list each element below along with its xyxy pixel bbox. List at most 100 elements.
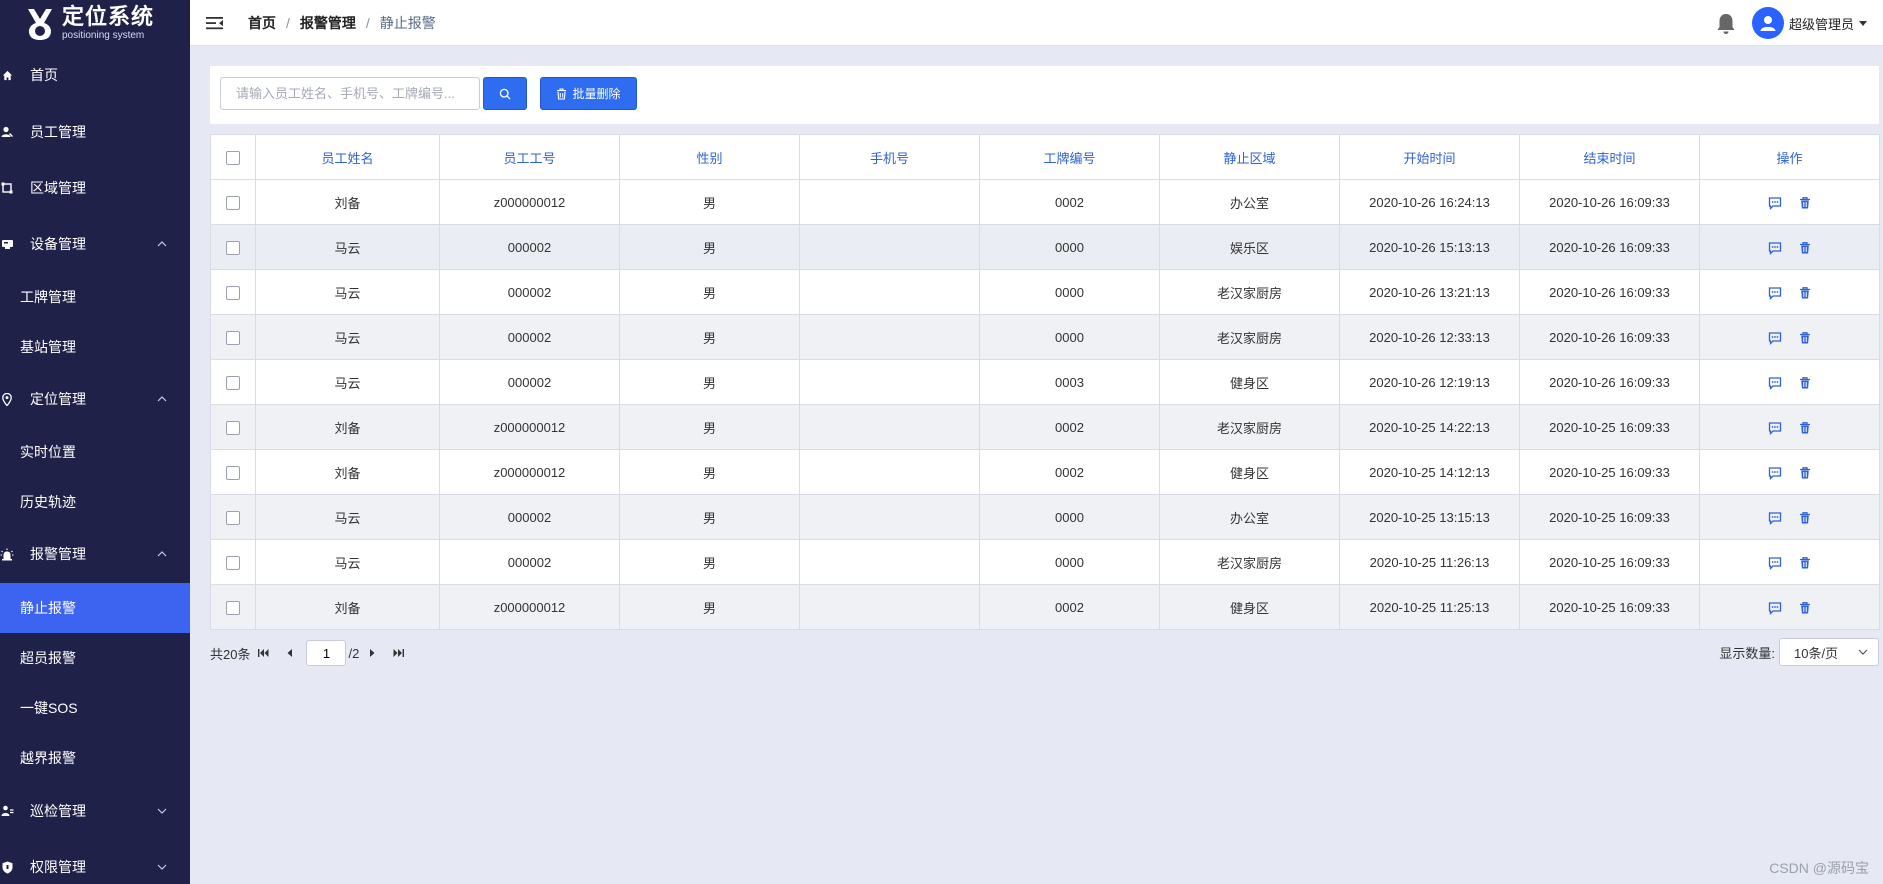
badge-number-cell: 0003 (979, 359, 1160, 405)
chevron-up-icon (157, 551, 167, 557)
gender-cell: 男 (619, 359, 800, 405)
start-time-cell: 2020-10-26 13:21:13 (1339, 269, 1520, 315)
batch-delete-button[interactable]: 批量删除 (540, 77, 637, 110)
first-page-icon (257, 649, 269, 657)
row-checkbox[interactable] (226, 465, 240, 480)
row-checkbox[interactable] (226, 240, 240, 255)
sidebar-item-employees[interactable]: 员工管理 (0, 114, 190, 150)
sidebar-item-patrol[interactable]: 巡检管理 (0, 793, 190, 829)
breadcrumb-home[interactable]: 首页 (248, 13, 276, 33)
message-icon[interactable] (1768, 286, 1782, 300)
row-select-cell (210, 314, 256, 360)
header-select-all (210, 134, 256, 180)
delete-icon[interactable] (1798, 511, 1812, 525)
message-icon[interactable] (1768, 466, 1782, 480)
delete-icon[interactable] (1798, 601, 1812, 615)
end-time-cell: 2020-10-25 16:09:33 (1519, 449, 1700, 495)
row-checkbox[interactable] (226, 600, 240, 615)
sidebar-subitem-static-alarm[interactable]: 静止报警 (0, 583, 190, 633)
row-select-cell (210, 404, 256, 450)
table-row: 马云 000002 男 0000 老汉家厨房 2020-10-26 13:21:13 202… (210, 269, 1880, 315)
sidebar-item-alarms[interactable]: 报警管理 (0, 536, 190, 572)
employee-name-cell: 刘备 (255, 449, 440, 495)
logo-icon (28, 9, 52, 40)
sidebar-subitem-badges[interactable]: 工牌管理 (0, 272, 190, 322)
employee-id-cell: 000002 (439, 224, 620, 270)
message-icon[interactable] (1768, 196, 1782, 210)
table-row: 马云 000002 男 0000 娱乐区 2020-10-26 15:13:13 2020-… (210, 224, 1880, 270)
actions-cell (1699, 539, 1880, 585)
delete-icon[interactable] (1798, 376, 1812, 390)
table-row: 刘备 z000000012 男 0002 老汉家厨房 2020-10-25 14:22:1… (210, 404, 1880, 450)
employee-id-cell: 000002 (439, 269, 620, 315)
caret-down-icon (1859, 20, 1867, 26)
message-icon[interactable] (1768, 421, 1782, 435)
delete-icon[interactable] (1798, 286, 1812, 300)
start-time-cell: 2020-10-26 12:19:13 (1339, 359, 1520, 405)
end-time-cell: 2020-10-25 16:09:33 (1519, 494, 1700, 540)
row-checkbox[interactable] (226, 195, 240, 210)
badge-number-cell: 0002 (979, 404, 1160, 450)
row-checkbox[interactable] (226, 285, 240, 300)
badge-number-cell: 0000 (979, 494, 1160, 540)
last-page-button[interactable] (391, 646, 405, 660)
bell-icon[interactable] (1715, 12, 1737, 36)
message-icon[interactable] (1768, 241, 1782, 255)
prev-page-button[interactable] (282, 646, 296, 660)
end-time-cell: 2020-10-25 16:09:33 (1519, 404, 1700, 450)
delete-icon[interactable] (1798, 421, 1812, 435)
delete-icon[interactable] (1798, 196, 1812, 210)
page-number-input[interactable] (306, 640, 347, 666)
end-time-cell: 2020-10-26 16:09:33 (1519, 179, 1700, 225)
sidebar-item-location[interactable]: 定位管理 (0, 381, 190, 417)
row-checkbox[interactable] (226, 555, 240, 570)
prev-page-icon (287, 649, 292, 657)
delete-icon[interactable] (1798, 331, 1812, 345)
select-all-checkbox[interactable] (226, 150, 240, 165)
row-checkbox[interactable] (226, 330, 240, 345)
message-icon[interactable] (1768, 556, 1782, 570)
sidebar-item-permissions[interactable]: 权限管理 (0, 849, 190, 884)
sidebar-item-home[interactable]: 首页 (0, 57, 190, 93)
message-icon[interactable] (1768, 511, 1782, 525)
row-checkbox[interactable] (226, 375, 240, 390)
sidebar-subitem-overcrowd-alarm[interactable]: 超员报警 (0, 633, 190, 683)
page-size-select[interactable]: 10条/页 (1779, 638, 1879, 666)
sidebar-item-devices[interactable]: 设备管理 (0, 226, 190, 262)
delete-icon[interactable] (1798, 556, 1812, 570)
patrol-icon (0, 804, 14, 818)
user-menu[interactable]: 超级管理员 (1751, 7, 1867, 39)
row-select-cell (210, 179, 256, 225)
employee-name-cell: 刘备 (255, 584, 440, 630)
chevron-down-icon (1858, 649, 1868, 655)
search-button[interactable] (483, 77, 527, 110)
search-input[interactable] (220, 77, 480, 110)
total-pages: /2 (348, 645, 360, 661)
employee-name-cell: 马云 (255, 359, 440, 405)
row-checkbox[interactable] (226, 420, 240, 435)
breadcrumb-separator: / (286, 14, 290, 31)
delete-icon[interactable] (1798, 466, 1812, 480)
row-select-cell (210, 449, 256, 495)
first-page-button[interactable] (256, 646, 270, 660)
breadcrumb-alarm-management[interactable]: 报警管理 (300, 13, 356, 33)
message-icon[interactable] (1768, 601, 1782, 615)
sidebar-subitem-base-stations[interactable]: 基站管理 (0, 322, 190, 372)
app-logo[interactable]: 定位系统 positioning system (0, 0, 190, 46)
sidebar-item-label: 权限管理 (30, 859, 86, 875)
menu-fold-icon[interactable] (206, 15, 224, 31)
sidebar-item-label: 首页 (30, 67, 58, 83)
sidebar-subitem-boundary-alarm[interactable]: 越界报警 (0, 733, 190, 783)
sidebar-subitem-history-track[interactable]: 历史轨迹 (0, 477, 190, 527)
next-page-button[interactable] (365, 646, 379, 660)
sidebar-item-areas[interactable]: 区域管理 (0, 170, 190, 206)
sidebar-subitem-sos[interactable]: 一键SOS (0, 683, 190, 733)
message-icon[interactable] (1768, 376, 1782, 390)
sidebar-subitem-realtime-position[interactable]: 实时位置 (0, 427, 190, 477)
message-icon[interactable] (1768, 331, 1782, 345)
column-header: 开始时间 (1339, 134, 1520, 180)
row-checkbox[interactable] (226, 510, 240, 525)
shield-icon (0, 860, 14, 874)
delete-icon[interactable] (1798, 241, 1812, 255)
search-toolbar: 批量删除 (210, 66, 1879, 124)
